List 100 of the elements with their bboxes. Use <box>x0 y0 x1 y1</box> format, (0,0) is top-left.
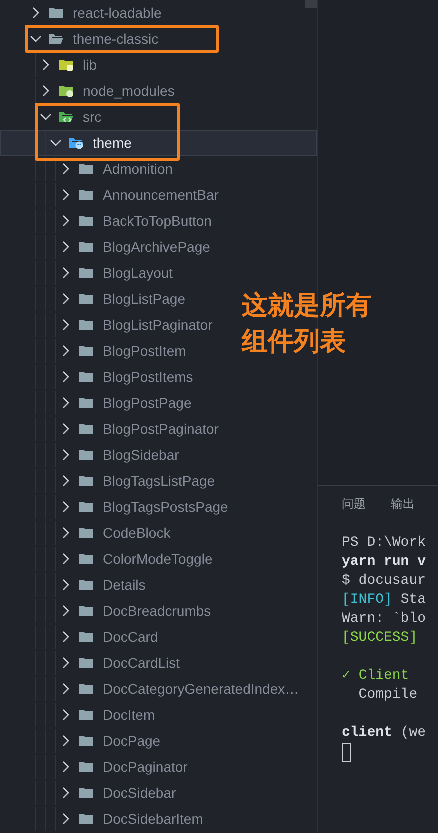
terminal-line: [SUCCESS] <box>342 629 419 648</box>
chevron-right-icon <box>62 241 70 253</box>
folder-icon <box>78 785 94 801</box>
chevron-right-icon <box>62 657 70 669</box>
tree-item[interactable]: BlogPostItems <box>0 364 202 390</box>
tree-item[interactable]: DocItem <box>0 702 164 728</box>
tree-item[interactable]: BackToTopButton <box>0 208 221 234</box>
folder-icon <box>78 551 94 567</box>
terminal-text: client <box>342 725 392 741</box>
folder-icon <box>78 213 94 229</box>
chevron-right-icon <box>62 813 70 825</box>
terminal-line: yarn run v <box>342 553 428 572</box>
terminal-text: Sta <box>400 592 426 608</box>
chevron-right-icon <box>62 189 70 201</box>
annotation-text: 组件列表 <box>242 326 347 359</box>
chevron-right-icon <box>42 85 50 97</box>
chevron-right-icon <box>62 761 70 773</box>
chevron-right-icon <box>32 7 40 19</box>
chevron-down-icon <box>30 35 42 43</box>
tree-item[interactable]: DocBreadcrumbs <box>0 598 220 624</box>
folder-icon <box>78 499 94 515</box>
folder-icon <box>78 291 94 307</box>
folder-icon <box>78 421 94 437</box>
tree-item[interactable]: BlogPostPage <box>0 390 201 416</box>
tree-item[interactable]: DocCategoryGeneratedIndex… <box>0 676 308 702</box>
folder-icon <box>78 187 94 203</box>
annotation-text: 这就是所有 <box>242 290 372 323</box>
tree-item[interactable]: DocCardList <box>0 650 190 676</box>
folder-icon <box>78 655 94 671</box>
chevron-right-icon <box>62 787 70 799</box>
tree-item[interactable]: BlogListPaginator <box>0 312 222 338</box>
folder-icon <box>58 57 74 73</box>
folder-icon <box>78 603 94 619</box>
chevron-right-icon <box>62 683 70 695</box>
chevron-down-icon <box>50 139 62 147</box>
chevron-right-icon <box>62 345 70 357</box>
panel-tab[interactable]: 输出 <box>391 496 415 516</box>
folder-icon <box>78 265 94 281</box>
folder-icon <box>78 343 94 359</box>
tree-item[interactable]: theme <box>0 130 317 156</box>
terminal-line: ✓ Client <box>342 667 410 686</box>
tree-item[interactable]: react-loadable <box>0 0 171 26</box>
tree-item[interactable]: BlogPostPaginator <box>0 416 228 442</box>
terminal-line: PS D:\Work <box>342 534 428 553</box>
tree-item[interactable]: DocSidebar <box>0 780 186 806</box>
scrollbar[interactable] <box>305 0 317 8</box>
panel-tab[interactable]: 问题 <box>342 496 366 516</box>
folder-icon <box>78 811 94 827</box>
tree-item[interactable]: BlogLayout <box>0 260 182 286</box>
chevron-right-icon <box>62 449 70 461</box>
tree-item[interactable]: DocSidebarItem <box>0 806 212 832</box>
chevron-right-icon <box>62 293 70 305</box>
terminal-line: Warn: `blo <box>342 610 428 629</box>
folder-icon <box>48 5 64 21</box>
tree-item[interactable]: BlogListPage <box>0 286 195 312</box>
chevron-right-icon <box>62 579 70 591</box>
tree-item[interactable]: BlogSidebar <box>0 442 188 468</box>
folder-icon <box>78 239 94 255</box>
tree-item[interactable]: theme-classic <box>0 26 168 52</box>
tree-item[interactable]: AnnouncementBar <box>0 182 228 208</box>
tree-item[interactable]: BlogTagsPostsPage <box>0 494 238 520</box>
tree-item[interactable]: node_modules <box>0 78 184 104</box>
tree-item[interactable]: DocPaginator <box>0 754 197 780</box>
chevron-right-icon <box>62 475 70 487</box>
tree-item[interactable]: Admonition <box>0 156 182 182</box>
chevron-down-icon <box>40 113 52 121</box>
chevron-right-icon <box>62 371 70 383</box>
folder-icon <box>78 369 94 385</box>
tree-item[interactable]: Details <box>0 572 155 598</box>
chevron-right-icon <box>62 527 70 539</box>
terminal-line: Compile <box>358 686 419 705</box>
tree-item[interactable]: DocCard <box>0 624 168 650</box>
tree-item[interactable]: DocPage <box>0 728 170 754</box>
folder-icon <box>78 629 94 645</box>
chevron-right-icon <box>62 319 70 331</box>
tree-item[interactable]: BlogPostItem <box>0 338 196 364</box>
chevron-right-icon <box>42 59 50 71</box>
terminal-text: [INFO] <box>342 592 392 608</box>
chevron-right-icon <box>62 163 70 175</box>
chevron-right-icon <box>62 397 70 409</box>
folder-icon <box>78 395 94 411</box>
folder-icon <box>78 577 94 593</box>
folder-icon <box>58 83 74 99</box>
folder-icon <box>78 317 94 333</box>
tree-item[interactable]: BlogTagsListPage <box>0 468 224 494</box>
folder-icon <box>78 707 94 723</box>
tree-item[interactable]: ColorModeToggle <box>0 546 222 572</box>
chevron-right-icon <box>62 631 70 643</box>
chevron-right-icon <box>62 501 70 513</box>
chevron-right-icon <box>62 709 70 721</box>
tree-item[interactable]: lib <box>0 52 106 78</box>
chevron-right-icon <box>62 605 70 617</box>
tree-item[interactable]: CodeBlock <box>0 520 180 546</box>
tree-item[interactable]: src <box>0 104 111 130</box>
tree-item[interactable]: BlogArchivePage <box>0 234 220 260</box>
folder-icon <box>78 473 94 489</box>
chevron-right-icon <box>62 215 70 227</box>
folder-icon <box>78 759 94 775</box>
folder-icon <box>78 681 94 697</box>
terminal-text: (we <box>400 725 426 741</box>
